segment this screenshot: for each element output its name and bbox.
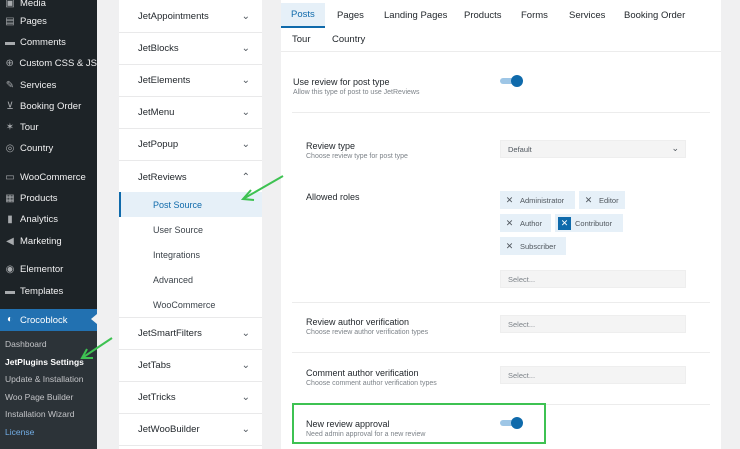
arrow-to-post-source: [240, 175, 284, 201]
app-root: ▣ Media ▤ Pages ▬ Comments ⊕ Custom CSS & JS…: [0, 0, 740, 449]
arrow-to-jetplugins-settings: [80, 337, 113, 359]
annotation-arrows: [80, 175, 284, 359]
